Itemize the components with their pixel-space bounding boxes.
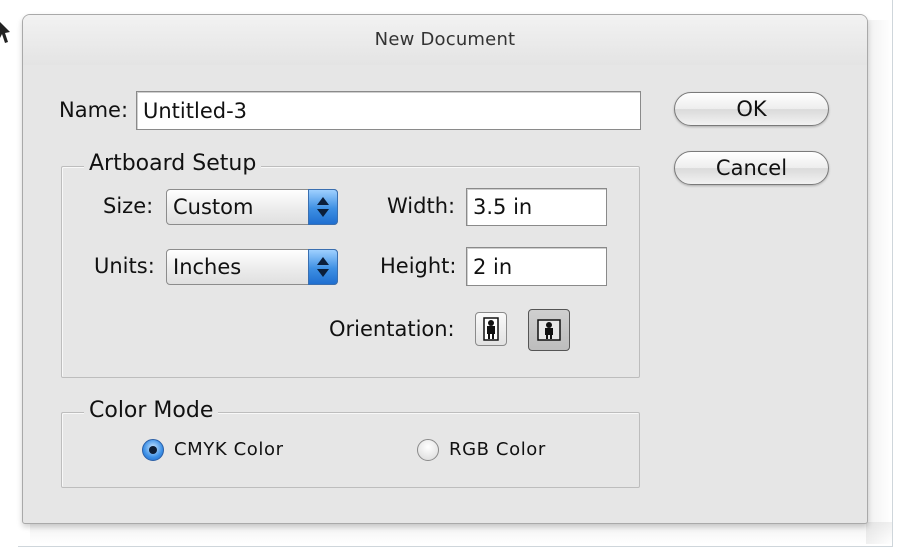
- height-field[interactable]: 2 in: [466, 247, 607, 286]
- ok-button[interactable]: OK: [674, 92, 829, 126]
- artboard-setup-title: Artboard Setup: [84, 151, 262, 177]
- width-label: Width:: [387, 194, 456, 218]
- name-label: Name:: [59, 98, 129, 122]
- window-shadow: [866, 20, 892, 544]
- landscape-orientation-button[interactable]: [528, 309, 570, 351]
- cmyk-color-radio[interactable]: [142, 439, 164, 461]
- size-label: Size:: [103, 194, 154, 218]
- window-shadow-bottom: [30, 522, 892, 544]
- orientation-label: Orientation:: [329, 317, 455, 341]
- portrait-orientation-button[interactable]: [475, 312, 507, 346]
- portrait-person-icon: [483, 317, 499, 341]
- rgb-color-label[interactable]: RGB Color: [449, 439, 546, 460]
- new-document-dialog: New Document Name: Untitled-3 OK Cancel …: [22, 14, 868, 524]
- size-select[interactable]: Custom: [166, 189, 338, 225]
- units-label: Units:: [94, 254, 155, 278]
- dialog-title: New Document: [23, 15, 867, 65]
- size-select-value: Custom: [173, 195, 254, 219]
- name-field[interactable]: Untitled-3: [136, 91, 641, 130]
- cancel-button[interactable]: Cancel: [674, 151, 829, 185]
- cmyk-color-label[interactable]: CMYK Color: [174, 439, 284, 460]
- mouse-cursor-icon: [0, 22, 10, 43]
- width-field[interactable]: 3.5 in: [466, 188, 607, 226]
- color-mode-title: Color Mode: [84, 398, 219, 424]
- rgb-color-radio[interactable]: [417, 439, 439, 461]
- height-label: Height:: [380, 254, 457, 278]
- select-arrows-icon: [308, 189, 338, 225]
- units-select[interactable]: Inches: [166, 249, 338, 285]
- select-arrows-icon: [308, 249, 338, 285]
- units-select-value: Inches: [173, 255, 242, 279]
- landscape-person-icon: [537, 319, 561, 341]
